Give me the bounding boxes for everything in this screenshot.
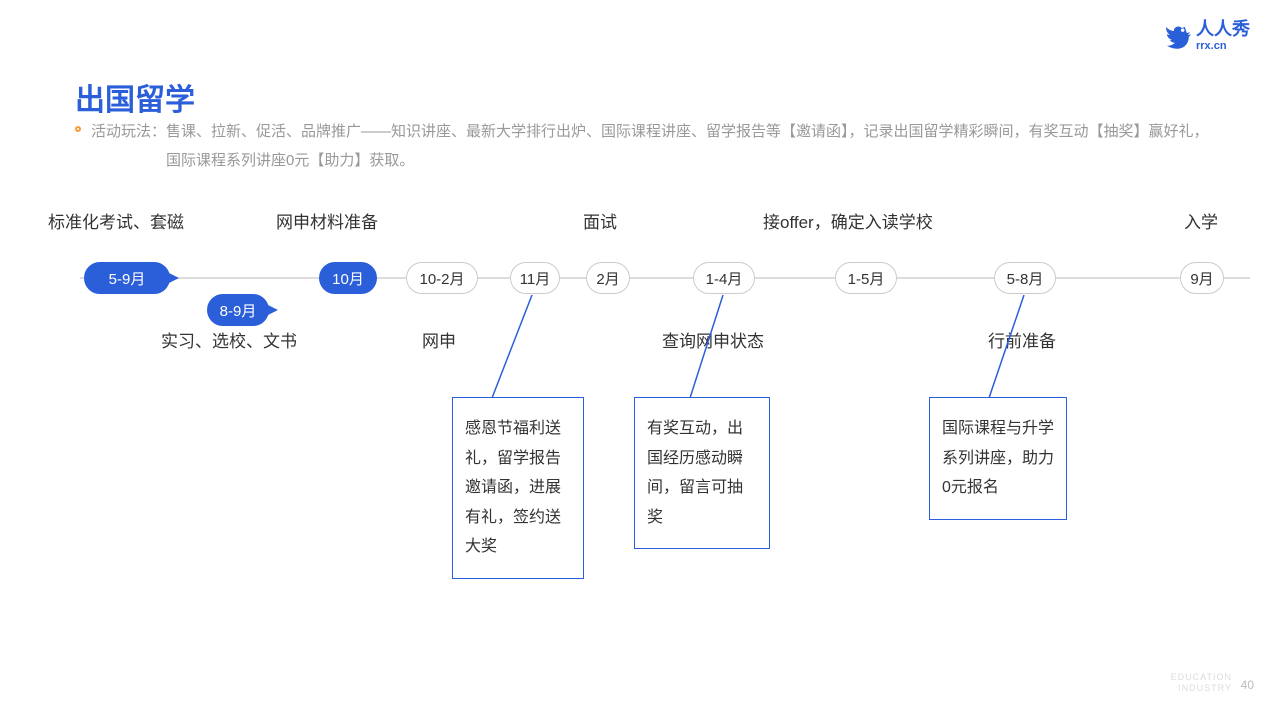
bird-icon <box>1164 22 1192 50</box>
node-9: 5-8月 <box>994 262 1056 294</box>
subtitle-label: 活动玩法： <box>91 118 166 147</box>
page-title: 出国留学 <box>75 75 195 119</box>
callout-1: 感恩节福利送礼，留学报告邀请函，进展有礼，签约送大奖 <box>452 397 584 579</box>
node-6: 2月 <box>586 262 630 294</box>
bottom-label-2: 网申 <box>422 327 456 352</box>
callout-pointer-1 <box>487 295 555 400</box>
top-label-5: 入学 <box>1184 208 1218 233</box>
top-label-2: 网申材料准备 <box>276 208 378 233</box>
node-3: 10月 <box>319 262 377 294</box>
brand-logo: 人人秀 rrx.cn <box>1164 20 1250 52</box>
footer-line-2: INDUSTRY <box>1171 683 1232 695</box>
timeline-line <box>80 277 1250 279</box>
logo-main-text: 人人秀 <box>1196 20 1250 40</box>
node-2: 8-9月 <box>207 294 269 326</box>
top-label-4: 接offer，确定入读学校 <box>763 208 933 233</box>
node-10: 9月 <box>1180 262 1224 294</box>
footer-text: EDUCATION INDUSTRY <box>1171 672 1232 695</box>
node-8: 1-5月 <box>835 262 897 294</box>
top-label-3: 面试 <box>583 208 617 233</box>
callout-2: 有奖互动，出国经历感动瞬间，留言可抽奖 <box>634 397 770 549</box>
node-1: 5-9月 <box>84 262 170 294</box>
bottom-label-3: 查询网申状态 <box>662 327 764 352</box>
bottom-label-1: 实习、选校、文书 <box>161 327 297 352</box>
node-7: 1-4月 <box>693 262 755 294</box>
callout-3: 国际课程与升学系列讲座，助力0元报名 <box>929 397 1067 520</box>
bullet-icon <box>75 126 81 132</box>
node-4: 10-2月 <box>406 262 478 294</box>
top-label-1: 标准化考试、套磁 <box>48 208 184 233</box>
bottom-label-4: 行前准备 <box>988 327 1056 352</box>
node-5: 11月 <box>510 262 560 294</box>
logo-sub-text: rrx.cn <box>1196 40 1250 52</box>
page-number: 40 <box>1241 678 1254 692</box>
subtitle: 活动玩法： 售课、拉新、促活、品牌推广——知识讲座、最新大学排行出炉、国际课程讲… <box>75 118 1220 175</box>
subtitle-text: 售课、拉新、促活、品牌推广——知识讲座、最新大学排行出炉、国际课程讲座、留学报告… <box>166 118 1220 175</box>
footer-line-1: EDUCATION <box>1171 672 1232 684</box>
